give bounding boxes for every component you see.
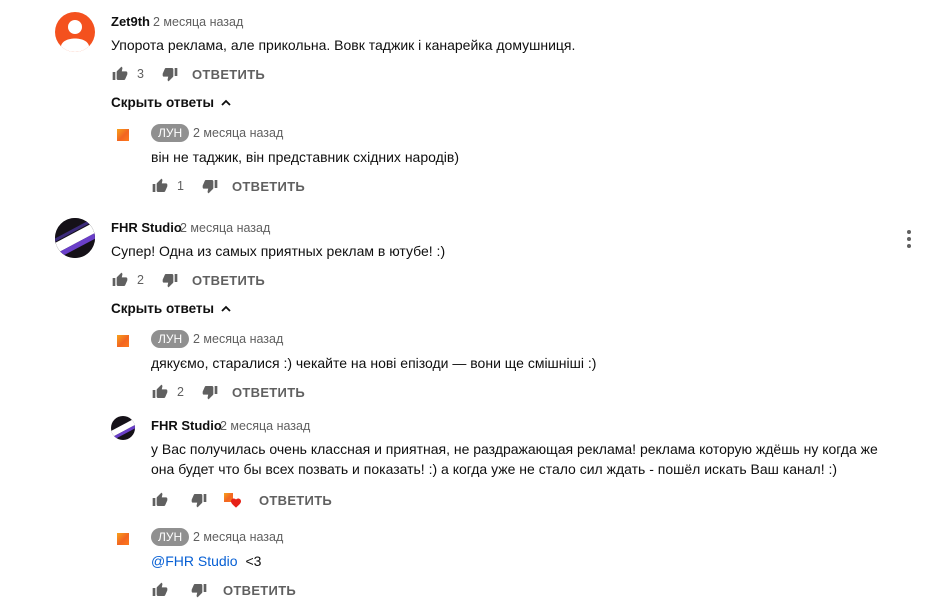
like-button[interactable] <box>151 177 169 195</box>
dot-icon <box>907 237 911 241</box>
reply-time[interactable]: 2 месяца назад <box>193 530 283 544</box>
creator-author-badge[interactable]: ЛУН <box>151 124 190 142</box>
avatar[interactable] <box>55 218 95 258</box>
hide-replies-button[interactable]: Скрыть ответы <box>111 301 232 316</box>
comment-time[interactable]: 2 месяца назад <box>180 221 270 235</box>
dislike-button[interactable] <box>201 177 219 195</box>
like-count: 2 <box>177 385 184 399</box>
creator-heart-badge <box>222 491 244 509</box>
comment-text: Супер! Одна из самых приятных реклам в ю… <box>111 243 446 259</box>
lun-logo <box>117 335 129 347</box>
reply-actions: ОТВЕТИТЬ <box>151 490 332 510</box>
lun-logo <box>117 129 129 141</box>
thumb-down-icon <box>202 180 218 194</box>
avatar[interactable] <box>55 12 95 52</box>
thumb-up-icon <box>152 178 168 192</box>
reply-button[interactable]: ОТВЕТИТЬ <box>223 583 296 598</box>
reply-text: @FHR Studio <3 <box>151 551 261 571</box>
creator-author-badge[interactable]: ЛУН <box>151 528 190 546</box>
hide-replies-label: Скрыть ответы <box>111 95 215 110</box>
reply-button[interactable]: ОТВЕТИТЬ <box>192 273 265 288</box>
reply-time[interactable]: 2 месяца назад <box>193 332 283 346</box>
avatar[interactable] <box>111 527 135 551</box>
more-actions-menu[interactable] <box>897 227 921 251</box>
hide-replies-button[interactable]: Скрыть ответы <box>111 95 232 110</box>
reply-actions: ОТВЕТИТЬ <box>151 580 296 600</box>
like-count: 1 <box>177 179 184 193</box>
reply-body: <3 <box>245 553 262 569</box>
comment-actions: 2 ОТВЕТИТЬ <box>111 270 265 290</box>
thumb-up-icon <box>152 582 168 596</box>
avatar[interactable] <box>111 416 135 440</box>
hide-replies-label: Скрыть ответы <box>111 301 215 316</box>
comment-actions: 3 ОТВЕТИТЬ <box>111 64 265 84</box>
comment-author[interactable]: FHR Studio <box>111 220 182 235</box>
thumb-up-icon <box>152 492 168 506</box>
fhr-studio-logo <box>111 416 135 440</box>
thumb-down-icon <box>162 274 178 288</box>
dislike-button[interactable] <box>201 383 219 401</box>
reply-text: дякуємо, старалися :) чекайте на нові еп… <box>151 355 597 371</box>
avatar[interactable] <box>111 329 135 353</box>
thumb-down-icon <box>191 494 207 508</box>
like-button[interactable] <box>111 65 129 83</box>
chevron-up-icon <box>221 305 231 312</box>
reply-actions: 1 ОТВЕТИТЬ <box>151 176 305 196</box>
reply-text: у Вас получилась очень классная и приятн… <box>151 441 878 477</box>
comments-section: Zet9th 2 месяца назад Упорота реклама, а… <box>0 0 929 601</box>
like-button[interactable] <box>151 581 169 599</box>
reply-text: він не таджик, він представник східних н… <box>151 149 459 165</box>
creator-author-badge[interactable]: ЛУН <box>151 330 190 348</box>
reply-author[interactable]: FHR Studio <box>151 418 222 433</box>
reply-button[interactable]: ОТВЕТИТЬ <box>232 179 305 194</box>
thumb-up-icon <box>112 272 128 286</box>
thumb-up-icon <box>112 66 128 80</box>
dislike-button[interactable] <box>190 491 208 509</box>
reply-button[interactable]: ОТВЕТИТЬ <box>259 493 332 508</box>
like-button[interactable] <box>151 491 169 509</box>
reply-time[interactable]: 2 месяца назад <box>193 126 283 140</box>
chevron-up-icon <box>221 99 231 106</box>
default-user-icon <box>61 20 89 52</box>
like-count: 3 <box>137 67 144 81</box>
comment-author[interactable]: Zet9th <box>111 14 150 29</box>
like-count: 2 <box>137 273 144 287</box>
like-button[interactable] <box>151 383 169 401</box>
comment-text: Упорота реклама, але прикольна. Вовк тад… <box>111 37 576 53</box>
reply-button[interactable]: ОТВЕТИТЬ <box>192 67 265 82</box>
reply-actions: 2 ОТВЕТИТЬ <box>151 382 305 402</box>
lun-logo <box>117 533 129 545</box>
dislike-button[interactable] <box>190 581 208 599</box>
thumb-down-icon <box>162 68 178 82</box>
avatar[interactable] <box>111 123 135 147</box>
thumb-down-icon <box>191 584 207 598</box>
dislike-button[interactable] <box>161 271 179 289</box>
mention-link[interactable]: @FHR Studio <box>151 553 238 569</box>
reply-time[interactable]: 2 месяца назад <box>220 419 310 433</box>
dot-icon <box>907 244 911 248</box>
dot-icon <box>907 230 911 234</box>
thumb-up-icon <box>152 384 168 398</box>
thumb-down-icon <box>202 386 218 400</box>
heart-icon <box>231 498 241 508</box>
dislike-button[interactable] <box>161 65 179 83</box>
fhr-studio-logo <box>55 218 95 258</box>
reply-button[interactable]: ОТВЕТИТЬ <box>232 385 305 400</box>
like-button[interactable] <box>111 271 129 289</box>
comment-time[interactable]: 2 месяца назад <box>153 15 243 29</box>
